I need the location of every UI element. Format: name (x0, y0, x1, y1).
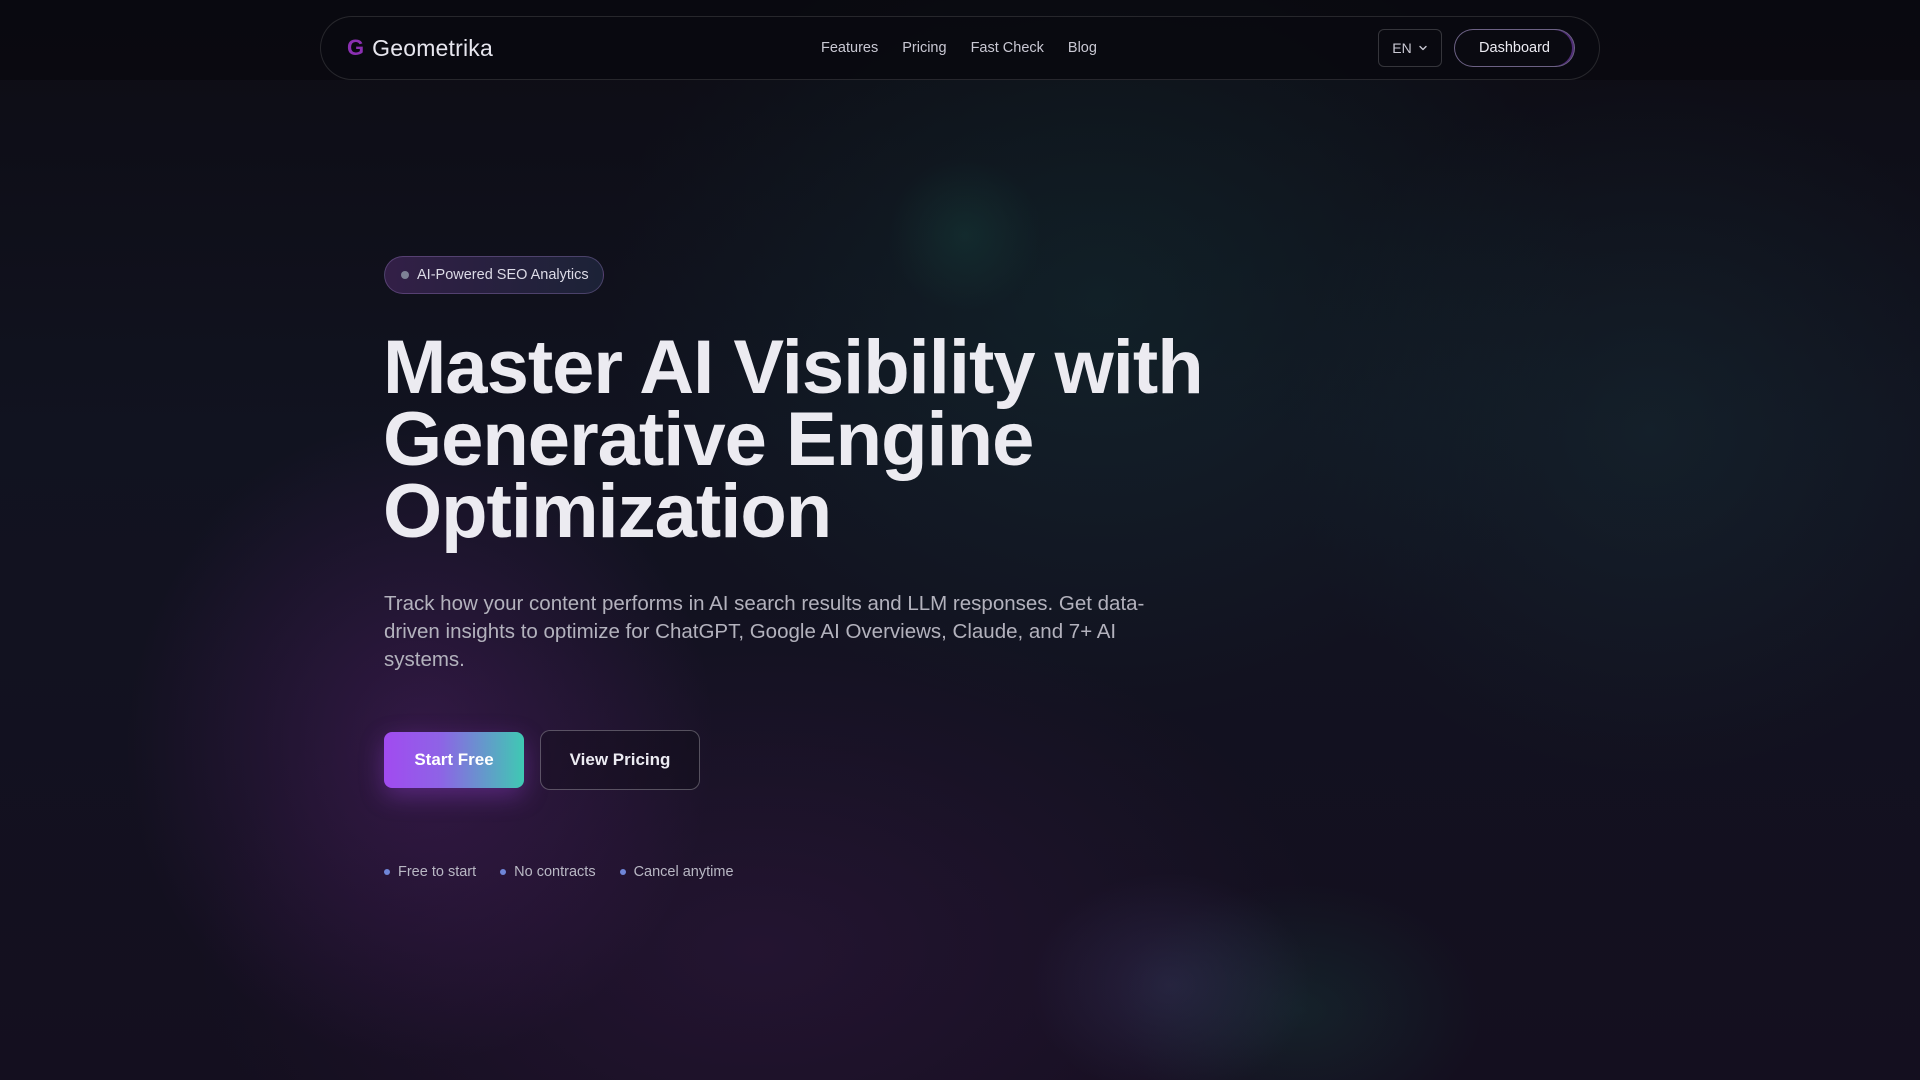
nav-link-fast-check[interactable]: Fast Check (971, 40, 1044, 56)
perk-item: Free to start (384, 864, 476, 880)
chevron-down-icon (1419, 45, 1427, 51)
badge-label: AI-Powered SEO Analytics (417, 267, 589, 283)
start-free-button[interactable]: Start Free (384, 732, 524, 788)
brand-name: Geometrika (372, 34, 493, 61)
view-pricing-button[interactable]: View Pricing (540, 730, 700, 790)
headline-line: Optimization (383, 469, 832, 554)
perk-label: Cancel anytime (633, 864, 734, 880)
perk-item: No contracts (500, 864, 596, 880)
bullet-dot-icon (384, 869, 390, 875)
headline-line: Generative Engine (383, 397, 1034, 482)
nav-link-pricing[interactable]: Pricing (902, 40, 946, 56)
perk-label: Free to start (398, 864, 477, 880)
perk-label: No contracts (514, 864, 596, 880)
nav-link-features[interactable]: Features (821, 40, 878, 56)
feature-badge: AI-Powered SEO Analytics (384, 256, 604, 294)
bullet-dot-icon (619, 869, 626, 875)
brand-mark-icon: G (347, 35, 365, 60)
hero-subtitle: Track how your content performs in AI se… (384, 592, 1145, 671)
badge-dot-icon (401, 271, 409, 279)
perks-list: Free to start No contracts Cancel anytim… (384, 862, 734, 882)
language-selector[interactable]: EN (1378, 29, 1442, 67)
hero-headline: Master AI Visibility with Generative Eng… (383, 325, 1243, 554)
dashboard-button[interactable]: Dashboard (1454, 29, 1575, 67)
brand-logo[interactable]: G Geometrika (347, 17, 493, 79)
nav-link-blog[interactable]: Blog (1068, 40, 1097, 56)
perk-item: Cancel anytime (619, 864, 734, 880)
nav-links: Features Pricing Fast Check Blog (821, 17, 1097, 79)
landing-page: G Geometrika Features Pricing Fast Check… (0, 0, 1920, 1080)
top-navigation: G Geometrika Features Pricing Fast Check… (320, 16, 1600, 80)
bullet-dot-icon (500, 869, 507, 875)
language-label: EN (1392, 40, 1412, 56)
headline-line: Master AI Visibility with (383, 325, 1204, 410)
